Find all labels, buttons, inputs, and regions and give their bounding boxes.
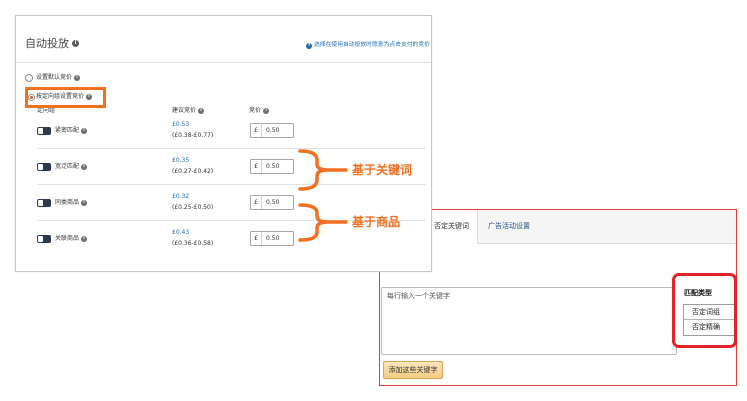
- info-icon[interactable]: [81, 128, 88, 134]
- row-name-text: 紧密匹配: [55, 127, 80, 134]
- toggle-switch[interactable]: [37, 163, 51, 171]
- bid-input[interactable]: [262, 232, 293, 245]
- product-groups-annotation: 基于商品: [352, 215, 401, 229]
- bid-help-link[interactable]: 选择在使用自动投放时愿意为点击支付的竞价: [306, 42, 430, 49]
- suggested-bid-link[interactable]: £0.35: [172, 157, 189, 165]
- negative-keyword-input[interactable]: [381, 287, 677, 355]
- match-type-option-phrase[interactable]: 否定词组: [684, 305, 734, 320]
- option-default-bid-label: 设置默认竞价: [36, 74, 73, 81]
- product-groups-brace: [298, 203, 348, 242]
- row-name-text: 宽泛匹配: [55, 163, 80, 170]
- row-name: 紧密匹配: [55, 127, 88, 135]
- tab-negative-keywords-label: 否定关键词: [434, 222, 469, 230]
- suggested-bid-link[interactable]: £0.43: [172, 229, 189, 237]
- radio-default-bid[interactable]: [25, 74, 33, 82]
- match-type-option-exact[interactable]: 否定精确: [684, 320, 734, 335]
- bid-input[interactable]: [262, 196, 293, 209]
- tab-campaign-settings-label: 广告活动设置: [488, 222, 530, 230]
- panel-header: 自动投放 选择在使用自动投放时愿意为点击支付的竞价: [16, 16, 431, 63]
- panel-title: 自动投放: [25, 37, 79, 50]
- match-type-label: 匹配类型: [684, 289, 712, 297]
- annotation-braces: [298, 149, 348, 242]
- suggested-bid-link[interactable]: £0.53: [172, 121, 189, 129]
- row-name: 关联商品: [55, 235, 88, 243]
- tab-bar: 否定关键词 广告活动设置: [380, 210, 736, 244]
- screenshot-canvas: 自动投放 选择在使用自动投放时愿意为点击支付的竞价 设置默认竞价 按定向组设置竞…: [0, 0, 747, 401]
- bid-input-group: £: [250, 123, 294, 138]
- bid-input-group: £: [250, 231, 294, 246]
- suggested-bid-range: (£0.38-£0.77): [172, 132, 214, 139]
- panel-title-text: 自动投放: [25, 37, 69, 50]
- keyword-groups-brace: [298, 149, 348, 191]
- tab-campaign-settings[interactable]: 广告活动设置: [479, 210, 543, 243]
- bid-input-group: £: [250, 159, 294, 174]
- suggested-bid-range: (£0.27-£0.42): [172, 168, 214, 175]
- toggle-switch[interactable]: [37, 199, 51, 207]
- toggle-switch[interactable]: [37, 127, 51, 135]
- row-name-text: 同类商品: [55, 199, 80, 206]
- table-row: 紧密匹配 £0.53 (£0.38-£0.77) £: [37, 113, 426, 149]
- row-name: 同类商品: [55, 199, 88, 207]
- bid-input-group: £: [250, 195, 294, 210]
- help-icon: [306, 42, 312, 49]
- currency-prefix: £: [251, 160, 262, 173]
- row-name-text: 关联商品: [55, 235, 80, 242]
- suggested-bid-link[interactable]: £0.32: [172, 193, 189, 201]
- row-name: 宽泛匹配: [55, 163, 88, 171]
- keyword-groups-annotation: 基于关键词: [352, 163, 413, 177]
- bid-input[interactable]: [262, 160, 293, 173]
- option-default-bid[interactable]: 设置默认竞价: [25, 74, 81, 82]
- info-icon[interactable]: [72, 40, 79, 47]
- info-icon[interactable]: [81, 200, 88, 206]
- currency-prefix: £: [251, 196, 262, 209]
- bid-help-text: 选择在使用自动投放时愿意为点击支付的竞价: [314, 42, 430, 48]
- toggle-switch[interactable]: [37, 235, 51, 243]
- currency-prefix: £: [251, 232, 262, 245]
- auto-targeting-panel: 自动投放 选择在使用自动投放时愿意为点击支付的竞价 设置默认竞价 按定向组设置竞…: [15, 15, 432, 272]
- bid-input[interactable]: [262, 124, 293, 137]
- add-keywords-button[interactable]: 添加这些关键字: [383, 361, 443, 379]
- currency-prefix: £: [251, 124, 262, 137]
- match-type-highlight: 匹配类型 否定词组 否定精确: [672, 273, 737, 348]
- suggested-bid-range: (£0.36-£0.58): [172, 240, 214, 247]
- info-icon[interactable]: [74, 75, 81, 81]
- info-icon[interactable]: [81, 236, 88, 242]
- suggested-bid-range: (£0.25-£0.50): [172, 204, 214, 211]
- info-icon[interactable]: [81, 164, 88, 170]
- highlight-box: [25, 87, 106, 108]
- match-type-listbox: 否定词组 否定精确: [683, 304, 734, 336]
